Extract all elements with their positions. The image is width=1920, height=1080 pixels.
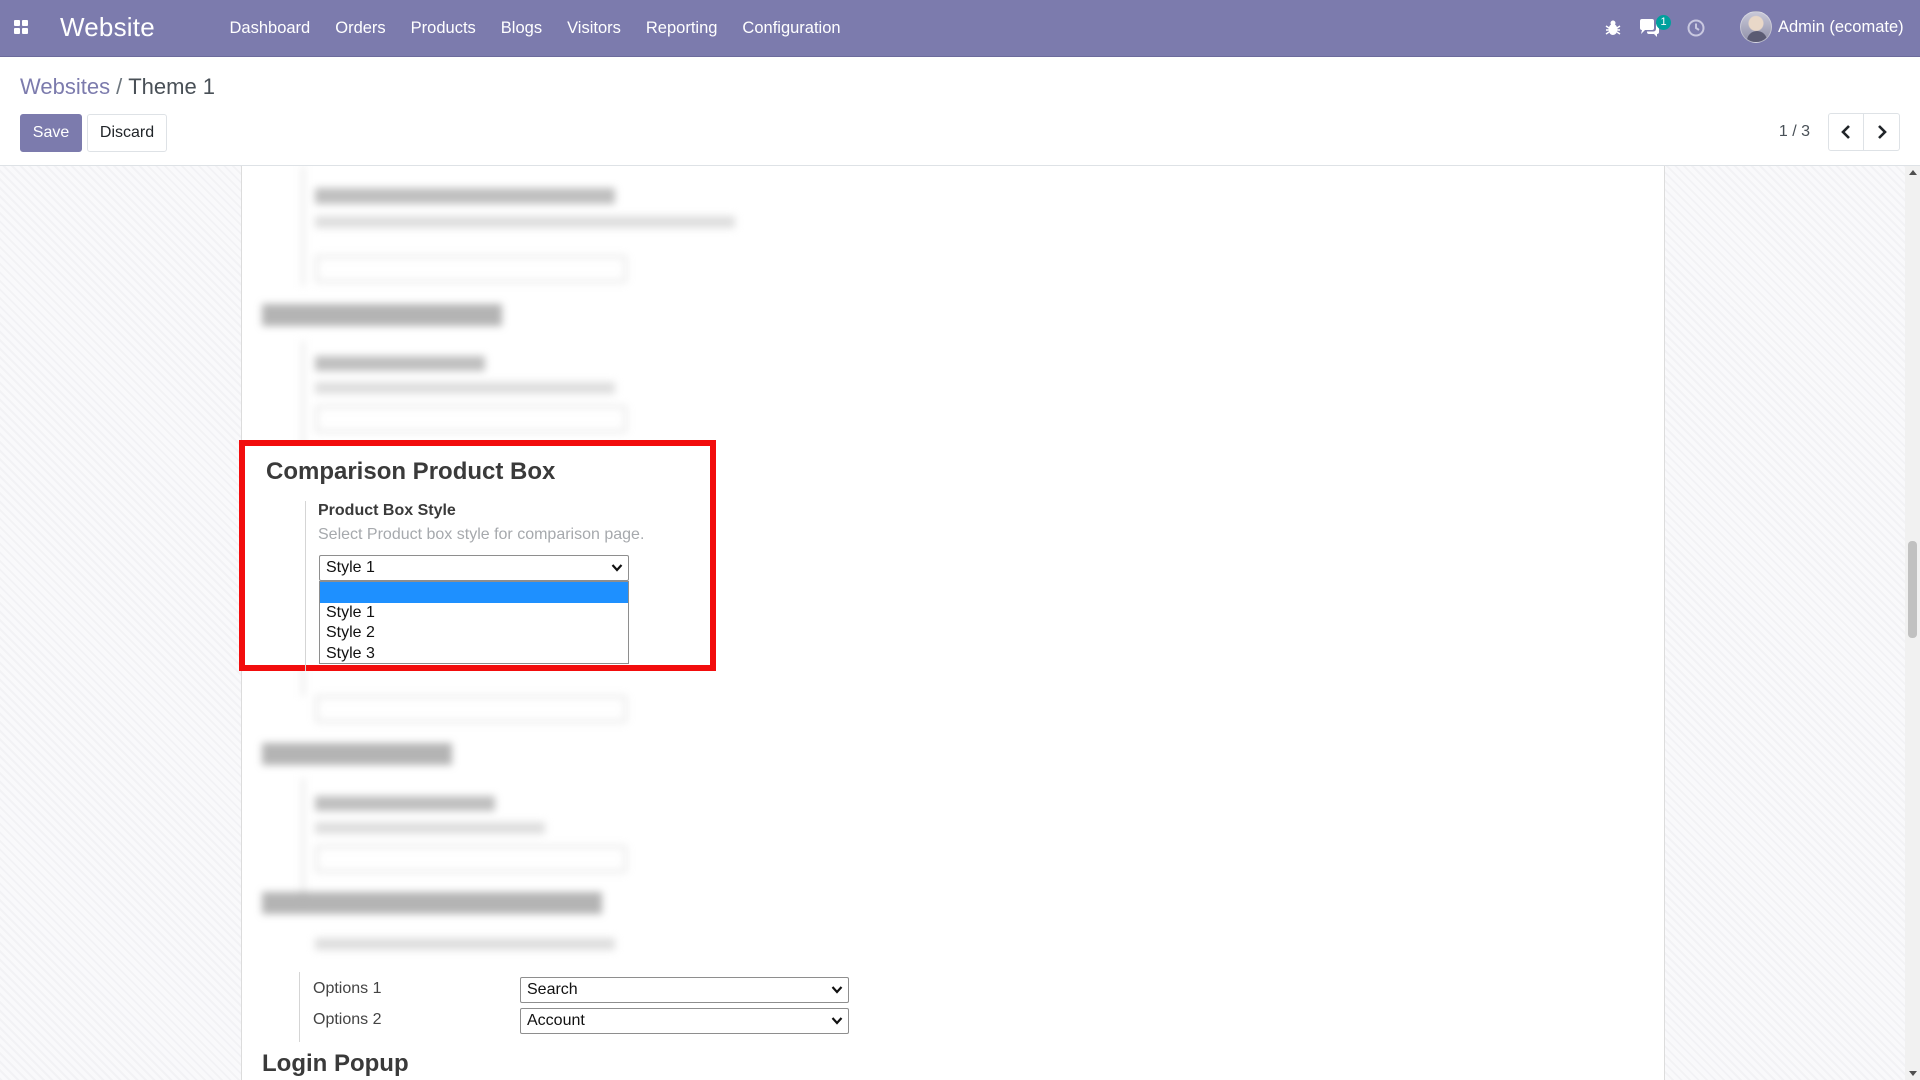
field-group-sidebar [305, 501, 306, 671]
blurred-section-title [262, 743, 452, 765]
blurred-help [315, 938, 615, 950]
clock-icon[interactable] [1686, 18, 1706, 38]
options-2-select[interactable]: Account [520, 1008, 849, 1034]
blurred-help [315, 216, 735, 228]
options-2-value: Account [527, 1012, 585, 1029]
options-1-value: Search [527, 981, 578, 998]
dropdown-option-style-2[interactable]: Style 2 [320, 623, 628, 644]
scrollbar-thumb[interactable] [1908, 541, 1917, 638]
dropdown-option-style-3[interactable]: Style 3 [320, 644, 628, 665]
chat-badge: 1 [1656, 15, 1671, 30]
chevron-left-icon [1841, 125, 1850, 139]
chevron-down-icon [831, 1017, 843, 1025]
breadcrumb-separator: / [116, 74, 123, 99]
chevron-down-icon [611, 564, 623, 572]
menu-item-orders[interactable]: Orders [323, 19, 398, 38]
dropdown-option-empty[interactable] [320, 582, 628, 603]
blurred-select [316, 256, 626, 282]
menu-item-visitors[interactable]: Visitors [555, 19, 634, 38]
chevron-down-icon [831, 986, 843, 994]
product-box-style-dropdown: Style 1 Style 2 Style 3 [319, 581, 629, 664]
chevron-right-icon [1877, 125, 1887, 139]
breadcrumb-websites[interactable]: Websites [20, 74, 110, 99]
top-navbar: Website Dashboard Orders Products Blogs … [0, 0, 1920, 57]
blurred-help [315, 822, 545, 834]
scroll-up-arrow-icon[interactable] [1909, 170, 1917, 175]
field-group-sidebar [302, 778, 304, 898]
menu-item-reporting[interactable]: Reporting [633, 19, 730, 38]
blurred-select [316, 406, 626, 432]
product-box-style-label: Product Box Style [318, 502, 456, 519]
blurred-help [315, 382, 615, 394]
avatar[interactable] [1740, 11, 1772, 43]
menu-item-configuration[interactable]: Configuration [730, 19, 853, 38]
product-box-style-select[interactable]: Style 1 [319, 555, 629, 581]
menu-item-dashboard[interactable]: Dashboard [217, 19, 323, 38]
blurred-section-title [262, 304, 502, 326]
product-box-style-value: Style 1 [326, 559, 375, 576]
pager-next-button[interactable] [1864, 113, 1900, 151]
blurred-section-title [262, 892, 602, 914]
bug-icon[interactable] [1603, 18, 1623, 38]
dropdown-option-style-1[interactable]: Style 1 [320, 603, 628, 624]
options-2-label: Options 2 [313, 1011, 382, 1028]
menu-item-products[interactable]: Products [398, 19, 488, 38]
login-popup-section-title: Login Popup [262, 1050, 409, 1077]
user-menu-name[interactable]: Admin (ecomate) [1778, 18, 1904, 37]
blurred-label [315, 188, 615, 204]
section-title: Comparison Product Box [266, 458, 556, 485]
blurred-label [315, 796, 495, 811]
product-box-style-help: Select Product box style for comparison … [318, 526, 645, 543]
options-1-select[interactable]: Search [520, 977, 849, 1003]
menu-item-blogs[interactable]: Blogs [488, 19, 554, 38]
breadcrumb-current: Theme 1 [128, 74, 216, 99]
comparison-product-box-section: Comparison Product Box Product Box Style… [239, 440, 716, 671]
page-scrollbar[interactable] [1905, 166, 1920, 1080]
options-1-label: Options 1 [313, 980, 382, 997]
app-brand[interactable]: Website [60, 12, 155, 43]
pager-value[interactable]: 1 / 3 [1779, 123, 1810, 141]
scroll-down-arrow-icon[interactable] [1909, 1071, 1917, 1076]
field-group-sidebar [299, 972, 300, 1042]
apps-grid-icon[interactable] [14, 20, 28, 34]
blurred-select [316, 846, 626, 872]
blurred-label [315, 356, 485, 371]
main-menu: Dashboard Orders Products Blogs Visitors… [217, 0, 853, 57]
blurred-select [316, 696, 626, 722]
control-panel: Websites / Theme 1 Save Discard 1 / 3 [0, 57, 1920, 166]
save-button[interactable]: Save [20, 114, 82, 152]
breadcrumb: Websites / Theme 1 [20, 74, 215, 100]
discard-button[interactable]: Discard [87, 114, 167, 152]
field-group-sidebar [302, 166, 304, 286]
pager-previous-button[interactable] [1828, 113, 1864, 151]
